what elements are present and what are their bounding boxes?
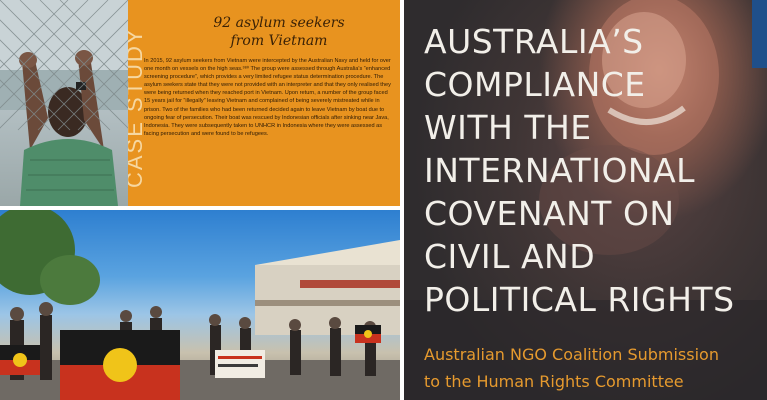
cover-title-line: COVENANT ON [424,194,675,233]
case-study-body: In 2015, 92 asylum seekers from Vietnam … [144,58,391,137]
aboriginal-flag-large [60,330,180,400]
cover-title-line: AUSTRALIA’S [424,22,644,61]
report-cover: AUSTRALIA’S COMPLIANCE WITH THE INTERNAT… [404,0,767,400]
case-study-title: 92 asylum seekers from Vietnam [164,14,394,50]
cover-subtitle-line: Australian NGO Coalition Submission [424,345,719,364]
cover-title-line: POLITICAL RIGHTS [424,280,735,319]
cover-title-line: COMPLIANCE [424,65,646,104]
cover-title-line: CIVIL AND [424,237,596,276]
case-study-title-line-2: from Vietnam [230,33,328,49]
case-study-panel: CASE STUDY 92 asylum seekers from Vietna… [128,0,400,206]
cover-subtitle-line: to the Human Rights Committee [424,372,684,391]
fence-photo [0,0,128,206]
march-photo [0,210,400,400]
cover-subtitle: Australian NGO Coalition Submission to t… [424,341,764,395]
cover-title: AUSTRALIA’S COMPLIANCE WITH THE INTERNAT… [424,20,764,321]
cover-title-line: WITH THE [424,108,592,147]
case-study-title-line-1: 92 asylum seekers [213,15,345,31]
cover-title-line: INTERNATIONAL [424,151,696,190]
